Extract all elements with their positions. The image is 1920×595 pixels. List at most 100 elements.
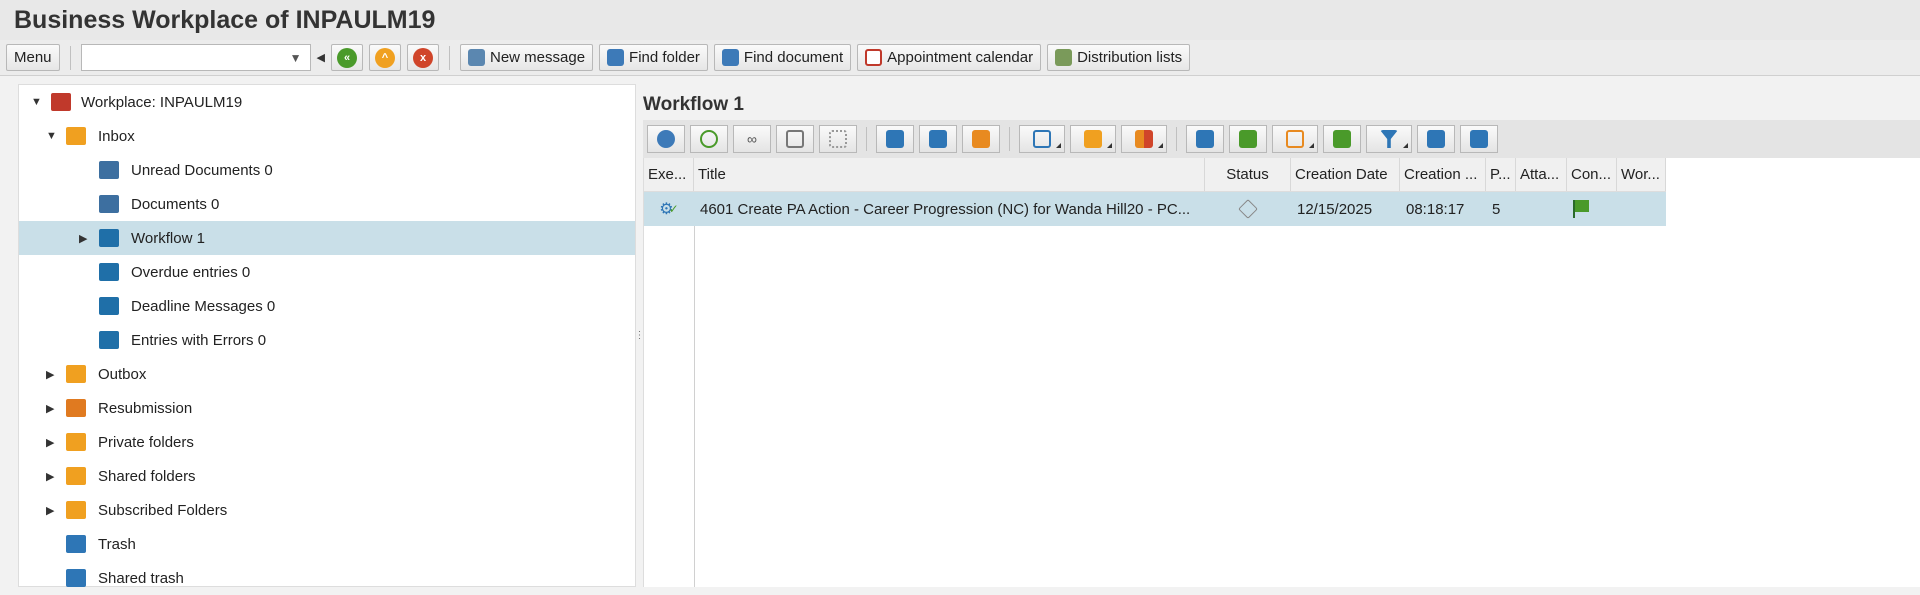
copy-button[interactable]	[1460, 125, 1498, 153]
tree-item-label: Entries with Errors 0	[131, 331, 267, 349]
status-inactive-button[interactable]	[819, 125, 857, 153]
tree-item[interactable]: ▶ Subscribed Folders	[19, 493, 635, 527]
execute-gear-icon[interactable]: ⚙ ✓	[644, 192, 694, 226]
exit-button[interactable]: ^	[369, 44, 401, 71]
binoculars-icon	[721, 49, 739, 66]
find-button[interactable]	[1417, 125, 1455, 153]
command-field[interactable]: ▼	[80, 44, 311, 71]
list-toolbar: ∞	[643, 120, 1920, 158]
tree-item[interactable]: ▼ Workplace: INPAULM19	[19, 85, 635, 119]
workflow-icon	[99, 331, 119, 349]
cube-icon	[786, 130, 804, 148]
sort-button[interactable]	[1323, 125, 1361, 153]
column-creation-date[interactable]: Creation Date	[1291, 158, 1400, 191]
filter-button[interactable]	[1366, 125, 1412, 153]
collapse-arrow-icon[interactable]: ◀	[317, 51, 325, 64]
tree-item[interactable]: ▶ Workflow 1	[19, 221, 635, 255]
column-divider	[694, 226, 695, 587]
new-message-button[interactable]: New message	[460, 44, 594, 71]
collapse-arrow-icon[interactable]: ▶	[46, 368, 54, 381]
tree-item-label: Shared trash	[98, 569, 184, 587]
collapse-arrow-icon[interactable]: ▶	[46, 504, 54, 517]
log-button[interactable]	[876, 125, 914, 153]
tree-item-label: Overdue entries 0	[131, 263, 251, 281]
tree-item[interactable]: Unread Documents 0	[19, 153, 635, 187]
tree-item[interactable]: ▶ Outbox	[19, 357, 635, 391]
workflow-icon	[99, 229, 119, 247]
attachment-button[interactable]	[1019, 125, 1065, 153]
hourglass-icon	[886, 130, 904, 148]
workflow-log-button[interactable]	[919, 125, 957, 153]
create-icon	[1084, 130, 1102, 148]
glasses-icon: ∞	[747, 131, 757, 147]
appointment-calendar-button[interactable]: Appointment calendar	[857, 44, 1042, 71]
tree-item[interactable]: Entries with Errors 0	[19, 323, 635, 357]
collapse-arrow-icon[interactable]: ▶	[46, 402, 54, 415]
distribution-lists-button[interactable]: Distribution lists	[1047, 44, 1191, 71]
distribution-list-icon	[1055, 49, 1073, 66]
tree-item[interactable]: Trash	[19, 527, 635, 561]
private-folder-icon	[66, 433, 86, 451]
find-document-button[interactable]: Find document	[713, 44, 852, 71]
tree-item[interactable]: ▼ Inbox	[19, 119, 635, 153]
preview-button[interactable]	[1229, 125, 1267, 153]
tree-item-label: Subscribed Folders	[98, 501, 228, 519]
column-priority[interactable]: P...	[1486, 158, 1516, 191]
notes-button[interactable]	[962, 125, 1000, 153]
refresh-button[interactable]	[647, 125, 685, 153]
tree-item-label: Outbox	[98, 365, 147, 383]
column-title[interactable]: Title	[694, 158, 1205, 191]
paperclip-icon	[1033, 130, 1051, 148]
execute-button[interactable]	[690, 125, 728, 153]
print-button[interactable]	[1186, 125, 1224, 153]
tree-item[interactable]: ▶ Resubmission	[19, 391, 635, 425]
tree-item[interactable]: ▶ Shared folders	[19, 459, 635, 493]
collapse-arrow-icon[interactable]: ▶	[79, 232, 87, 245]
trash-icon	[66, 569, 86, 587]
workflow-icon	[99, 263, 119, 281]
collapse-arrow-icon[interactable]: ▶	[46, 470, 54, 483]
table-row[interactable]: ⚙ ✓ 4601 Create PA Action - Career Progre…	[644, 192, 1666, 226]
column-attachments[interactable]: Atta...	[1516, 158, 1567, 191]
tree-item[interactable]: Shared trash	[19, 561, 635, 595]
layout-button[interactable]	[1121, 125, 1167, 153]
tree-item-label: Deadline Messages 0	[131, 297, 276, 315]
collapse-arrow-icon[interactable]: ▶	[46, 436, 54, 449]
exit-icon: ^	[375, 47, 395, 68]
document-list-icon	[99, 195, 119, 213]
subscribed-folder-icon	[66, 501, 86, 519]
copy-icon	[1470, 130, 1488, 148]
chevron-down-icon: ▼	[289, 50, 302, 65]
calendar-icon	[865, 49, 883, 66]
menu-button[interactable]: Menu	[6, 44, 60, 71]
status-button[interactable]	[776, 125, 814, 153]
row-priority: 5	[1492, 200, 1501, 218]
back-button[interactable]: «	[331, 44, 363, 71]
tree-item[interactable]: Deadline Messages 0	[19, 289, 635, 323]
splitter-handle[interactable]: ⋮	[635, 84, 645, 587]
column-status[interactable]: Status	[1205, 158, 1291, 191]
new-message-label: New message	[490, 49, 586, 66]
tree-item-label: Workplace: INPAULM19	[81, 93, 243, 111]
change-layout-button[interactable]	[1272, 125, 1318, 153]
scroll-icon	[972, 130, 990, 148]
row-title[interactable]: 4601 Create PA Action - Career Progressi…	[694, 192, 1205, 226]
cancel-button[interactable]: x	[407, 44, 439, 71]
new-message-icon	[468, 49, 485, 66]
column-creation-time[interactable]: Creation ...	[1400, 158, 1486, 191]
tree-item-label: Workflow 1	[131, 229, 205, 247]
column-execute[interactable]: Exe...	[644, 158, 694, 191]
tree-item[interactable]: Documents 0	[19, 187, 635, 221]
tree-item[interactable]: Overdue entries 0	[19, 255, 635, 289]
back-icon: «	[337, 47, 357, 68]
display-button[interactable]: ∞	[733, 125, 771, 153]
create-button[interactable]	[1070, 125, 1116, 153]
binoculars-icon	[607, 49, 625, 66]
expand-arrow-icon[interactable]: ▼	[31, 96, 42, 108]
expand-arrow-icon[interactable]: ▼	[46, 130, 57, 142]
find-folder-button[interactable]: Find folder	[599, 44, 708, 71]
tree-item[interactable]: ▶ Private folders	[19, 425, 635, 459]
column-workflow[interactable]: Wor...	[1617, 158, 1666, 191]
document-list-icon	[99, 161, 119, 179]
column-confirm[interactable]: Con...	[1567, 158, 1617, 191]
